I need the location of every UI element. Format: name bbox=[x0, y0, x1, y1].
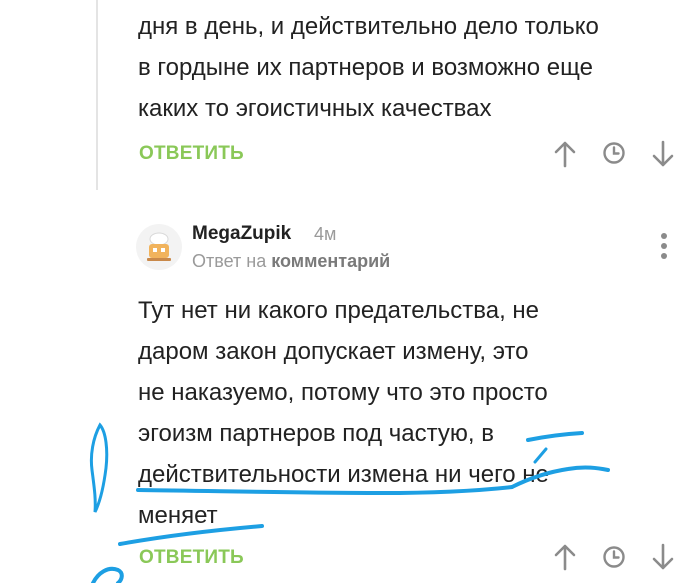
reply-to-prefix: Ответ на bbox=[192, 251, 267, 271]
comment-line: каких то эгоистичных качествах bbox=[138, 95, 492, 122]
comment-line: дня в день, и действительно дело только bbox=[138, 13, 599, 40]
comment-body: Тут нет ни какого предательства, не даро… bbox=[138, 290, 678, 536]
arrow-down-icon[interactable] bbox=[651, 140, 675, 168]
comment-body: дня в день, и действительно дело только … bbox=[138, 6, 678, 129]
reply-to-label: Ответ на комментарий bbox=[192, 251, 390, 272]
comment-author[interactable]: MegaZupik bbox=[192, 223, 291, 245]
arrow-up-icon[interactable] bbox=[553, 543, 577, 571]
thread-line bbox=[96, 0, 98, 190]
avatar[interactable] bbox=[136, 224, 182, 270]
clock-icon[interactable] bbox=[602, 141, 626, 165]
arrow-up-icon[interactable] bbox=[553, 140, 577, 168]
reply-button[interactable]: ОТВЕТИТЬ bbox=[139, 547, 244, 569]
reply-to-link[interactable]: комментарий bbox=[271, 251, 390, 271]
annotation-scribble bbox=[91, 566, 124, 583]
arrow-down-icon[interactable] bbox=[651, 543, 675, 571]
comment-line: меняет bbox=[138, 502, 218, 529]
clock-icon[interactable] bbox=[602, 545, 626, 569]
comment-line: не наказуемо, потому что это просто bbox=[138, 379, 548, 406]
comment-line: даром закон допускает измену, это bbox=[138, 338, 529, 365]
comment-line: действительности измена ни чего не bbox=[138, 461, 549, 488]
comment-line: в гордыне их партнеров и возможно еще bbox=[138, 54, 593, 81]
comment-line: эгоизм партнеров под частую, в bbox=[138, 420, 494, 447]
annotation-loop bbox=[89, 422, 109, 513]
comment-line: Тут нет ни какого предательства, не bbox=[138, 297, 540, 324]
reply-button[interactable]: ОТВЕТИТЬ bbox=[139, 143, 244, 165]
comment-time: 4м bbox=[314, 224, 337, 244]
more-vertical-icon[interactable] bbox=[657, 232, 671, 262]
